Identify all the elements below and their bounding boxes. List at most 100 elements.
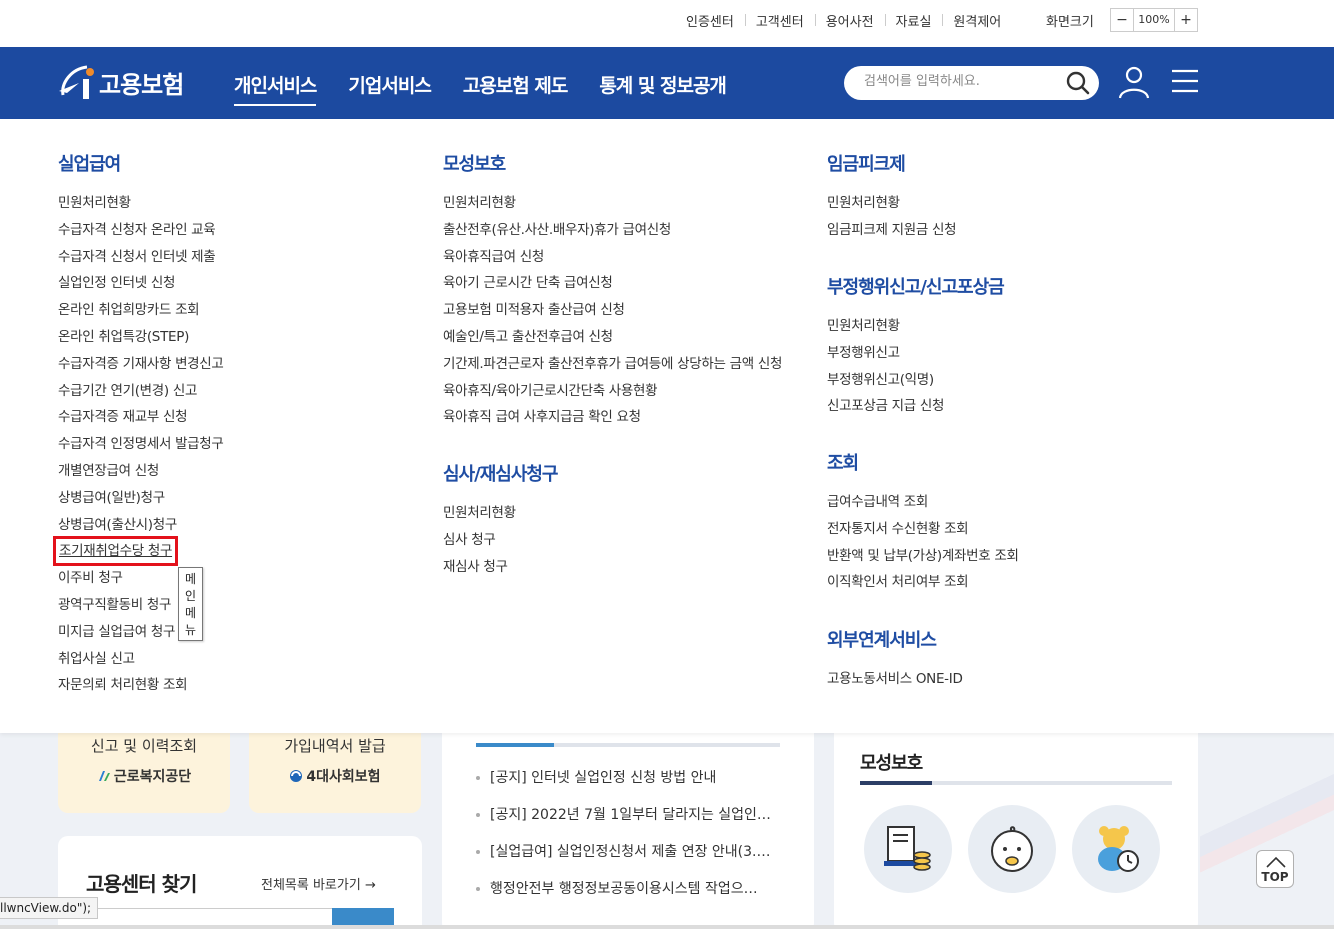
menu-item-row: 취업사실 신고 xyxy=(58,646,438,673)
menu-item-row: 조기재취업수당 청구 xyxy=(52,536,438,567)
menu-item-row: 출산전후(유산.사산.배우자)휴가 급여신청 xyxy=(443,217,823,244)
menu-group-title[interactable]: 임금피크제 xyxy=(827,152,1207,178)
menu-item[interactable]: 육아휴직/육아기근로시간단축 사용현황 xyxy=(443,383,658,399)
menu-item[interactable]: 민원처리현황 xyxy=(827,195,900,211)
menu-item[interactable]: 육아휴직급여 신청 xyxy=(443,249,544,265)
menu-item[interactable]: 예술인/특고 출산전후급여 신청 xyxy=(443,329,613,345)
menu-item[interactable]: 민원처리현황 xyxy=(58,195,131,211)
menu-item[interactable]: 수급자격 인정명세서 발급청구 xyxy=(58,436,224,452)
main-content-background: 신고 및 이력조회 근로복지공단 가입내역서 발급 4대사회보험 고용센터 찾기… xyxy=(0,733,1334,929)
user-icon[interactable] xyxy=(1118,65,1150,99)
menu-item[interactable]: 자문의뢰 처리현황 조회 xyxy=(58,677,187,693)
nav-statistics[interactable]: 통계 및 정보공개 xyxy=(599,71,727,106)
menu-item-row: 미지급 실업급여 청구 xyxy=(58,619,438,646)
menu-item[interactable]: 수급자격증 기재사항 변경신고 xyxy=(58,356,224,372)
menu-item[interactable]: 민원처리현황 xyxy=(443,195,516,211)
menu-item[interactable]: 수급자격 신청서 인터넷 제출 xyxy=(58,249,216,265)
menu-item[interactable]: 전자통지서 수신현황 조회 xyxy=(827,521,969,537)
card-history-lookup[interactable]: 신고 및 이력조회 근로복지공단 xyxy=(58,733,230,813)
menu-item-row: 임금피크제 지원금 신청 xyxy=(827,217,1207,244)
menu-group-list: 민원처리현황수급자격 신청자 온라인 교육수급자격 신청서 인터넷 제출실업인정… xyxy=(52,190,438,699)
card-enrollment-label: 가입내역서 발급 xyxy=(284,737,386,755)
menu-item[interactable]: 출산전후(유산.사산.배우자)휴가 급여신청 xyxy=(443,222,671,238)
nav-business-services[interactable]: 기업서비스 xyxy=(348,71,431,106)
zoom-out-button[interactable]: − xyxy=(1111,9,1133,31)
menu-item[interactable]: 심사 청구 xyxy=(443,532,496,548)
menu-item[interactable]: 상병급여(출산시)청구 xyxy=(58,517,177,533)
menu-item[interactable]: 실업인정 인터넷 신청 xyxy=(58,275,175,291)
menu-item[interactable]: 임금피크제 지원금 신청 xyxy=(827,222,956,238)
menu-group-list: 급여수급내역 조회전자통지서 수신현황 조회반환액 및 납부(가상)계좌번호 조… xyxy=(827,489,1207,596)
util-link-cert[interactable]: 인증센터 xyxy=(675,11,745,30)
menu-item[interactable]: 광역구직활동비 청구 xyxy=(58,597,171,613)
logo[interactable]: 고용보험 xyxy=(57,61,184,103)
search-input[interactable] xyxy=(864,74,1054,89)
menu-group-title[interactable]: 부정행위신고/신고포상금 xyxy=(827,275,1207,301)
menu-item[interactable]: 육아기 근로시간 단축 급여신청 xyxy=(443,275,613,291)
menu-group-title[interactable]: 외부연계서비스 xyxy=(827,628,1207,654)
menu-item[interactable]: 부정행위신고 xyxy=(827,345,900,361)
util-link-glossary[interactable]: 용어사전 xyxy=(814,11,885,30)
menu-group-list: 민원처리현황심사 청구재심사 청구 xyxy=(443,500,823,580)
menu-item[interactable]: 이주비 청구 xyxy=(58,570,123,586)
menu-item[interactable]: 수급자격증 재교부 신청 xyxy=(58,409,187,425)
notice-tab-active xyxy=(476,743,554,747)
menu-item[interactable]: 온라인 취업특강(STEP) xyxy=(58,329,189,345)
menu-item-row: 재심사 청구 xyxy=(443,554,823,581)
menu-item[interactable]: 미지급 실업급여 청구 xyxy=(58,624,175,640)
menu-item[interactable]: 급여수급내역 조회 xyxy=(827,494,928,510)
util-link-archive[interactable]: 자료실 xyxy=(884,11,943,30)
menu-group-title[interactable]: 심사/재심사청구 xyxy=(443,462,823,488)
util-link-remote[interactable]: 원격제어 xyxy=(942,11,1012,30)
menu-item[interactable]: 온라인 취업희망카드 조회 xyxy=(58,302,200,318)
center-finder-title: 고용센터 찾기 xyxy=(86,872,197,896)
menu-item[interactable]: 기간제.파견근로자 출산전후휴가 급여등에 상당하는 금액 신청 xyxy=(443,356,782,372)
menu-item-row: 육아휴직 급여 사후지급금 확인 요청 xyxy=(443,404,823,431)
menu-item[interactable]: 신고포상금 지급 신청 xyxy=(827,398,944,414)
menu-item[interactable]: 반환액 및 납부(가상)계좌번호 조회 xyxy=(827,548,1019,564)
menu-item[interactable]: 취업사실 신고 xyxy=(58,651,135,667)
menu-item[interactable]: 고용노동서비스 ONE-ID xyxy=(827,671,963,687)
notice-item[interactable]: [공지] 인터넷 실업인정 신청 방법 안내 xyxy=(476,761,771,798)
notice-item[interactable]: [공지] 2022년 7월 1일부터 달라지는 실업인… xyxy=(476,798,771,835)
notice-item[interactable]: [실업급여] 실업인정신청서 제출 연장 안내(3.… xyxy=(476,835,771,872)
menu-item[interactable]: 재심사 청구 xyxy=(443,559,508,575)
menu-item-row: 수급자격 신청자 온라인 교육 xyxy=(58,217,438,244)
menu-item[interactable]: 개별연장급여 신청 xyxy=(58,463,159,479)
menu-group-list: 민원처리현황부정행위신고부정행위신고(익명) 신고포상금 지급 신청 xyxy=(827,313,1207,420)
menu-group-title[interactable]: 모성보호 xyxy=(443,152,823,178)
hamburger-menu-icon[interactable] xyxy=(1172,69,1198,93)
menu-group-maternity: 모성보호 민원처리현황출산전후(유산.사산.배우자)휴가 급여신청육아휴직급여 … xyxy=(443,152,823,431)
menu-item-highlighted[interactable]: 조기재취업수당 청구 xyxy=(52,536,179,567)
menu-item[interactable]: 수급자격 신청자 온라인 교육 xyxy=(58,222,216,238)
util-link-customer[interactable]: 고객센터 xyxy=(744,11,815,30)
menu-group-title[interactable]: 조회 xyxy=(827,451,1207,477)
center-finder-more-link[interactable]: 전체목록 바로가기 → xyxy=(261,874,376,893)
menu-item-row: 반환액 및 납부(가상)계좌번호 조회 xyxy=(827,543,1207,570)
horizontal-scrollbar[interactable] xyxy=(0,925,1334,929)
menu-item[interactable]: 이직확인서 처리여부 조회 xyxy=(827,574,969,590)
maternity-bear-button[interactable] xyxy=(1072,805,1160,893)
menu-item[interactable]: 부정행위신고(익명) xyxy=(827,372,934,388)
menu-item[interactable]: 수급기간 연기(변경) 신고 xyxy=(58,383,197,399)
notice-card: [공지] 인터넷 실업인정 신청 방법 안내 [공지] 2022년 7월 1일부… xyxy=(442,733,814,929)
menu-item[interactable]: 육아휴직 급여 사후지급금 확인 요청 xyxy=(443,409,641,425)
menu-group-title[interactable]: 실업급여 xyxy=(58,152,438,178)
nav-personal-services[interactable]: 개인서비스 xyxy=(234,71,317,106)
menu-item[interactable]: 민원처리현황 xyxy=(443,505,516,521)
search-icon[interactable] xyxy=(1065,70,1091,96)
notice-item[interactable]: 행정안전부 행정정보공동이용시스템 작업으… xyxy=(476,872,771,909)
scroll-top-button[interactable]: TOP xyxy=(1256,850,1294,888)
card-enrollment-cert[interactable]: 가입내역서 발급 4대사회보험 xyxy=(249,733,421,813)
nav-insurance-system[interactable]: 고용보험 제도 xyxy=(463,71,568,106)
maternity-baby-button[interactable] xyxy=(968,805,1056,893)
menu-item-row: 광역구직활동비 청구 xyxy=(58,592,438,619)
menu-item[interactable]: 상병급여(일반)청구 xyxy=(58,490,165,506)
zoom-in-button[interactable]: + xyxy=(1175,9,1197,31)
maternity-doc-button[interactable] xyxy=(864,805,952,893)
menu-item-row: 육아휴직급여 신청 xyxy=(443,244,823,271)
menu-item[interactable]: 고용보험 미적용자 출산급여 신청 xyxy=(443,302,625,318)
menu-item-row: 민원처리현황 xyxy=(58,190,438,217)
card-enrollment-brand-text: 4대사회보험 xyxy=(306,769,381,785)
menu-item[interactable]: 민원처리현황 xyxy=(827,318,900,334)
